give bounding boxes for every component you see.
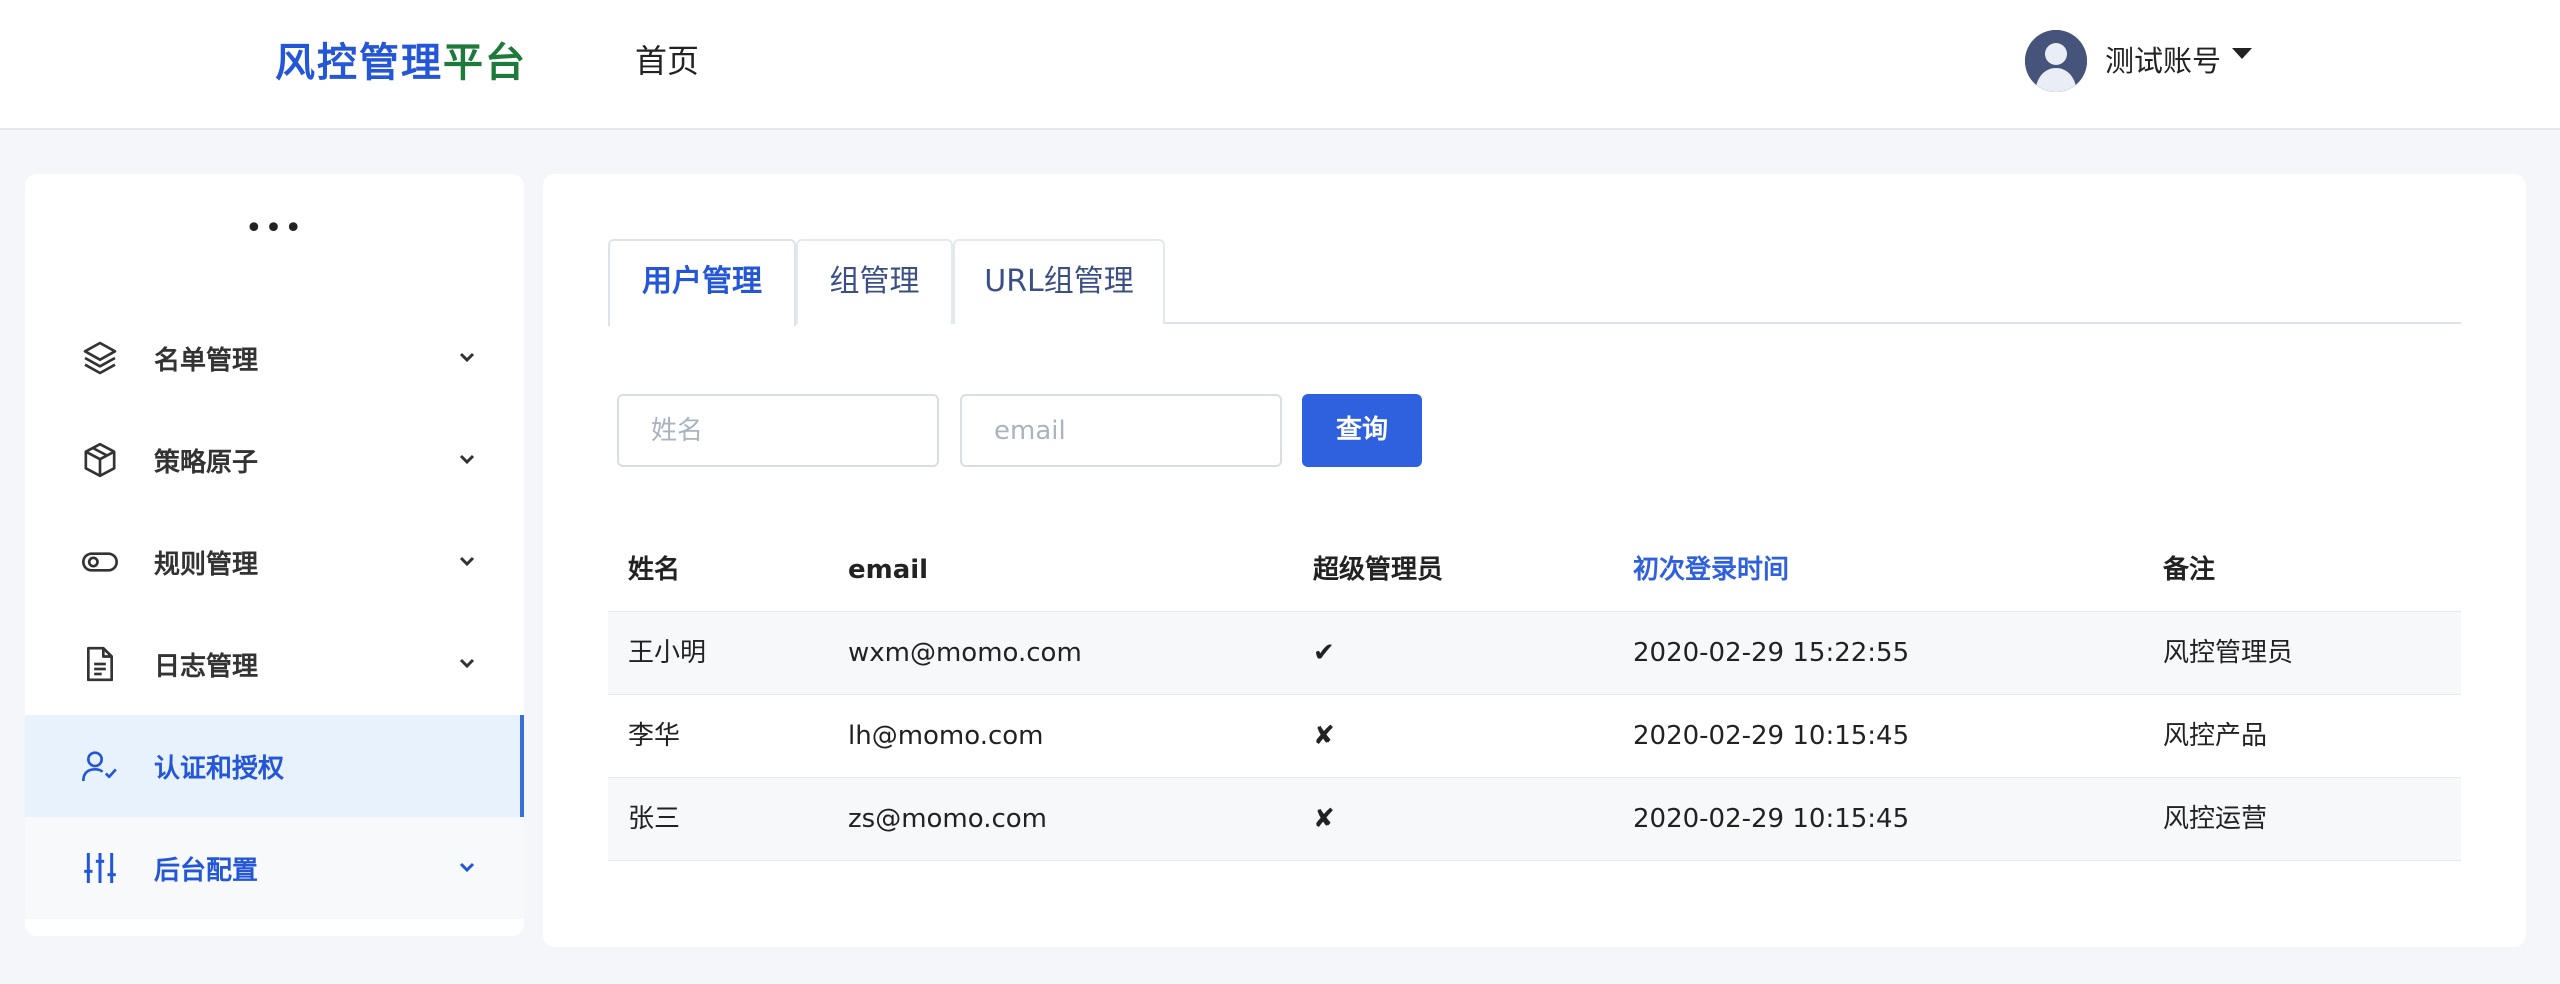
- query-button[interactable]: 查询: [1302, 394, 1422, 467]
- cell-remark: 风控产品: [2163, 721, 2268, 751]
- sliders-icon: [84, 853, 116, 883]
- username[interactable]: 测试账号: [2105, 38, 2221, 80]
- document-icon: [87, 646, 113, 682]
- sidebar-item-rule-management[interactable]: 规则管理: [25, 511, 524, 613]
- cell-email: zs@momo.com: [848, 804, 1047, 834]
- table-row[interactable]: 张三 zs@momo.com ✘ 2020-02-29 10:15:45 风控运…: [608, 778, 2461, 861]
- user-avatar-icon: [2025, 30, 2087, 92]
- sidebar-item-label: 认证和授权: [154, 754, 285, 784]
- main-panel: 用户管理 组管理 URL组管理 查询 姓名 email 超级管理员 初次登录时间…: [543, 174, 2526, 947]
- table-header-row: 姓名 email 超级管理员 初次登录时间 备注: [608, 529, 2461, 612]
- column-header-superadmin[interactable]: 超级管理员: [1313, 529, 1443, 611]
- column-header-first-login[interactable]: 初次登录时间: [1633, 529, 1789, 611]
- top-navbar: 风控管理平台 首页 测试账号: [0, 0, 2560, 130]
- users-table: 姓名 email 超级管理员 初次登录时间 备注 王小明 wxm@momo.co…: [608, 529, 2461, 861]
- brand-logo[interactable]: 风控管理平台: [275, 30, 527, 88]
- avatar[interactable]: [2025, 30, 2087, 92]
- sidebar-item-auth[interactable]: 认证和授权: [25, 715, 524, 817]
- user-dropdown-caret-icon[interactable]: [2232, 48, 2252, 59]
- cube-icon: [84, 442, 116, 478]
- chevron-down-icon: [459, 658, 475, 669]
- sidebar-item-list-management[interactable]: 名单管理: [25, 307, 524, 409]
- checkmark-icon: ✔: [1313, 638, 1335, 668]
- sidebar: ••• 名单管理 策略原子 规则管理 日志管理 认证和授权 后台配置: [25, 174, 524, 936]
- table-row[interactable]: 李华 lh@momo.com ✘ 2020-02-29 10:15:45 风控产…: [608, 695, 2461, 778]
- cross-icon: ✘: [1313, 721, 1335, 751]
- cell-remark: 风控运营: [2163, 804, 2268, 834]
- cell-first-login: 2020-02-29 10:15:45: [1633, 721, 1910, 751]
- user-check-icon: [82, 751, 117, 782]
- sidebar-item-label: 规则管理: [154, 550, 259, 580]
- nav-home-link[interactable]: 首页: [635, 36, 699, 82]
- chevron-down-icon: [459, 352, 475, 363]
- cell-name: 王小明: [628, 638, 707, 668]
- brand-title-part2: 平台: [443, 40, 527, 86]
- sidebar-item-backend-config[interactable]: 后台配置: [25, 817, 524, 919]
- sidebar-item-label: 策略原子: [154, 448, 259, 478]
- cross-icon: ✘: [1313, 804, 1335, 834]
- cell-first-login: 2020-02-29 15:22:55: [1633, 638, 1910, 668]
- cell-email: lh@momo.com: [848, 721, 1044, 751]
- sidebar-item-label: 名单管理: [154, 346, 259, 376]
- cell-name: 张三: [628, 804, 681, 834]
- layers-icon: [83, 341, 117, 375]
- tab-url-group-management[interactable]: URL组管理: [953, 239, 1165, 324]
- sidebar-item-label: 后台配置: [154, 856, 259, 886]
- tab-group-management[interactable]: 组管理: [796, 239, 953, 324]
- table-row[interactable]: 王小明 wxm@momo.com ✔ 2020-02-29 15:22:55 风…: [608, 612, 2461, 695]
- chevron-down-icon: [459, 862, 475, 873]
- chevron-down-icon: [459, 556, 475, 567]
- sidebar-item-log-management[interactable]: 日志管理: [25, 613, 524, 715]
- cell-name: 李华: [628, 721, 681, 751]
- sidebar-item-label: 日志管理: [154, 652, 259, 682]
- tab-user-management[interactable]: 用户管理: [608, 239, 796, 326]
- cell-remark: 风控管理员: [2163, 638, 2294, 668]
- more-icon[interactable]: •••: [25, 214, 524, 244]
- column-header-remark[interactable]: 备注: [2163, 529, 2215, 611]
- name-search-input[interactable]: [617, 394, 939, 467]
- brand-title-part1: 风控管理: [275, 40, 443, 86]
- email-search-input[interactable]: [960, 394, 1282, 467]
- cell-first-login: 2020-02-29 10:15:45: [1633, 804, 1910, 834]
- column-header-name[interactable]: 姓名: [628, 529, 680, 611]
- sidebar-item-strategy-atoms[interactable]: 策略原子: [25, 409, 524, 511]
- toggle-icon: [82, 552, 118, 572]
- cell-email: wxm@momo.com: [848, 638, 1082, 668]
- chevron-down-icon: [459, 454, 475, 465]
- column-header-email[interactable]: email: [848, 529, 928, 611]
